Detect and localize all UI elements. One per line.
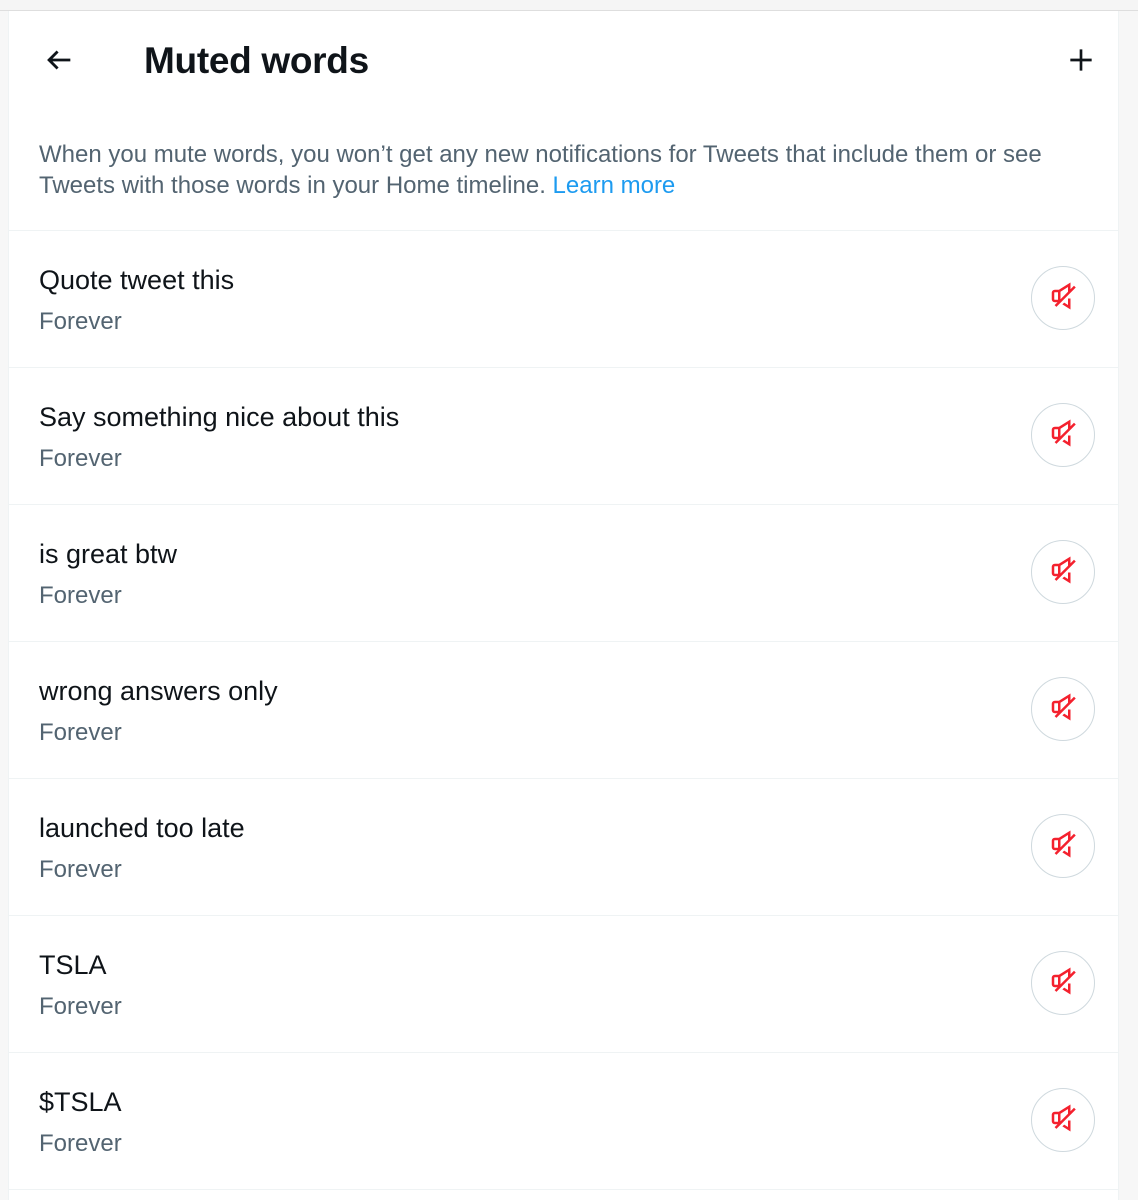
unmute-button[interactable] [1031, 677, 1095, 741]
add-muted-word-button[interactable] [1053, 34, 1109, 90]
unmute-button[interactable] [1031, 403, 1095, 467]
unmute-speaker-icon [1048, 1103, 1078, 1138]
muted-word-item[interactable]: is great btw Forever [9, 505, 1118, 642]
unmute-speaker-icon [1048, 966, 1078, 1001]
unmute-button[interactable] [1031, 951, 1095, 1015]
muted-word-duration: Forever [39, 308, 122, 335]
muted-words-panel: Muted words When you mute words, you won… [8, 11, 1119, 1200]
muted-word-text: launched too late [39, 813, 245, 843]
muted-word-duration: Forever [39, 993, 122, 1020]
muted-words-list: Quote tweet this Forever Say something n… [9, 230, 1118, 1190]
plus-icon [1065, 44, 1097, 81]
unmute-speaker-icon [1048, 418, 1078, 453]
muted-word-item[interactable]: launched too late Forever [9, 779, 1118, 916]
unmute-speaker-icon [1048, 281, 1078, 316]
arrow-left-icon [42, 43, 76, 82]
muted-words-description: When you mute words, you won’t get any n… [39, 139, 1104, 201]
muted-word-duration: Forever [39, 856, 122, 883]
muted-word-duration: Forever [39, 1130, 122, 1157]
description-text: When you mute words, you won’t get any n… [39, 141, 1042, 199]
muted-word-text: Quote tweet this [39, 265, 235, 295]
unmute-speaker-icon [1048, 692, 1078, 727]
browser-top-edge [0, 0, 1138, 11]
page-title: Muted words [144, 40, 369, 81]
muted-word-item[interactable]: wrong answers only Forever [9, 642, 1118, 779]
muted-word-duration: Forever [39, 582, 122, 609]
muted-word-duration: Forever [39, 719, 122, 746]
learn-more-link[interactable]: Learn more [553, 172, 676, 199]
muted-word-text: is great btw [39, 539, 178, 569]
muted-word-text: wrong answers only [39, 676, 278, 706]
muted-word-text: TSLA [39, 950, 107, 980]
muted-word-item[interactable]: Quote tweet this Forever [9, 231, 1118, 368]
back-button[interactable] [31, 34, 87, 90]
unmute-button[interactable] [1031, 266, 1095, 330]
unmute-button[interactable] [1031, 814, 1095, 878]
unmute-button[interactable] [1031, 540, 1095, 604]
muted-word-item[interactable]: TSLA Forever [9, 916, 1118, 1053]
muted-word-duration: Forever [39, 445, 122, 472]
unmute-speaker-icon [1048, 555, 1078, 590]
muted-word-text: $TSLA [39, 1087, 122, 1117]
page-header: Muted words [9, 11, 1118, 111]
unmute-speaker-icon [1048, 829, 1078, 864]
muted-word-item[interactable]: Say something nice about this Forever [9, 368, 1118, 505]
muted-word-item[interactable]: $TSLA Forever [9, 1053, 1118, 1190]
unmute-button[interactable] [1031, 1088, 1095, 1152]
muted-word-text: Say something nice about this [39, 402, 400, 432]
